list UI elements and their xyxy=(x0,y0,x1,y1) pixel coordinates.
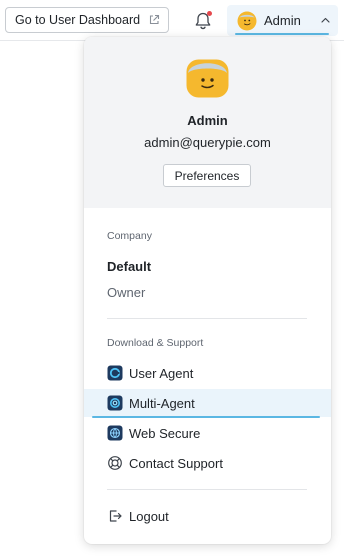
menu-item-label: User Agent xyxy=(129,365,194,381)
logout-label: Logout xyxy=(129,508,169,524)
menu-item-web-secure[interactable]: Web Secure xyxy=(84,419,331,447)
menu-item-multi-agent[interactable]: Multi-Agent xyxy=(84,389,331,418)
company-section-label: Company xyxy=(107,230,152,242)
dashboard-button-label: Go to User Dashboard xyxy=(15,13,141,27)
focus-underline xyxy=(235,33,329,35)
focus-underline xyxy=(92,416,320,418)
company-name: Default xyxy=(107,259,152,274)
logout-icon xyxy=(109,510,122,522)
go-to-user-dashboard-button[interactable]: Go to User Dashboard xyxy=(5,7,169,33)
logout-button[interactable]: Logout xyxy=(84,502,331,530)
company-role: Owner xyxy=(107,285,146,300)
download-support-section-label: Download & Support xyxy=(107,337,204,349)
profile-email: admin@querypie.com xyxy=(144,135,271,150)
user-menu-trigger[interactable]: Admin xyxy=(227,5,338,36)
menu-item-label: Web Secure xyxy=(129,425,201,441)
profile-header: Admin admin@querypie.com Preferences xyxy=(84,37,331,208)
preferences-button[interactable]: Preferences xyxy=(163,164,251,187)
notifications-bell[interactable] xyxy=(192,10,214,32)
avatar xyxy=(237,11,257,30)
user-name-label: Admin xyxy=(264,13,301,28)
divider xyxy=(107,489,307,490)
external-link-icon xyxy=(150,14,160,25)
profile-avatar xyxy=(186,59,229,98)
menu-item-user-agent[interactable]: User Agent xyxy=(84,359,331,387)
page: Go to User Dashboard Admin Admin admin@q… xyxy=(0,0,344,556)
multi-agent-app-icon xyxy=(107,395,123,411)
profile-name: Admin xyxy=(187,113,228,128)
menu-item-label: Multi-Agent xyxy=(129,395,195,411)
divider xyxy=(107,318,307,319)
chevron-up-icon xyxy=(321,17,330,23)
user-agent-app-icon xyxy=(107,365,123,381)
menu-item-label: Contact Support xyxy=(129,455,223,471)
lifebuoy-icon xyxy=(108,456,122,470)
user-dropdown-menu: Admin admin@querypie.com Preferences Com… xyxy=(84,37,331,544)
web-secure-app-icon xyxy=(107,425,123,441)
menu-item-contact-support[interactable]: Contact Support xyxy=(84,449,331,477)
notification-dot xyxy=(207,11,212,16)
